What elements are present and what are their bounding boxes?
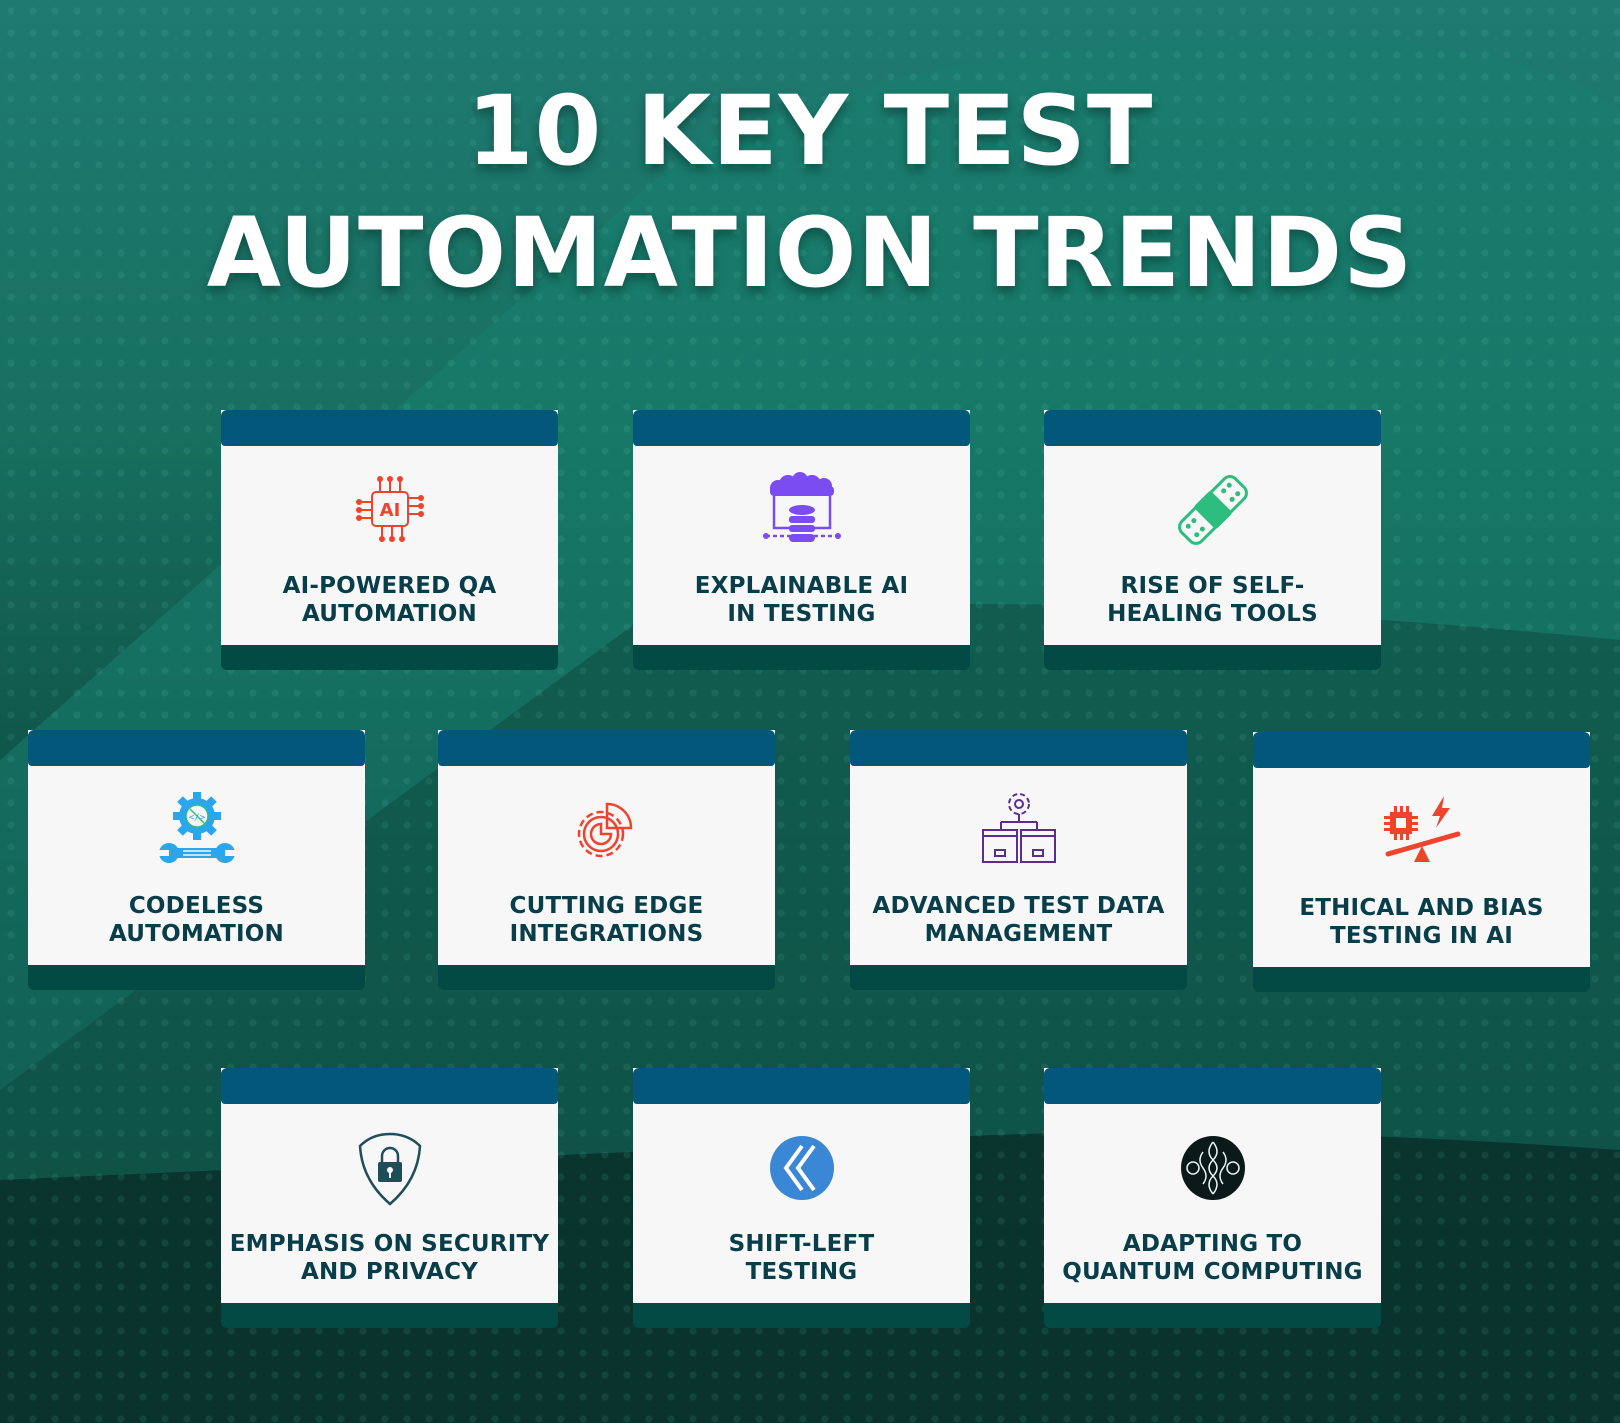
chip-scale-icon xyxy=(1382,792,1462,872)
gear-wrench-icon: </> xyxy=(157,790,237,870)
card-header xyxy=(221,410,558,446)
card-header xyxy=(633,410,970,446)
trend-label: EXPLAINABLE AI IN TESTING xyxy=(694,573,909,627)
trend-card-ethical-bias: ETHICAL AND BIAS TESTING IN AI xyxy=(1253,732,1590,992)
gear-integration-icon xyxy=(567,790,647,870)
quantum-icon xyxy=(1173,1128,1253,1208)
trend-label: ADVANCED TEST DATA MANAGEMENT xyxy=(872,893,1165,947)
trend-card-self-healing: RISE OF SELF- HEALING TOOLS xyxy=(1044,410,1381,670)
card-header xyxy=(221,1068,558,1104)
card-footer xyxy=(1044,1303,1381,1328)
trend-card-quantum-computing: ADAPTING TO QUANTUM COMPUTING xyxy=(1044,1068,1381,1328)
gear-folders-icon xyxy=(979,790,1059,870)
card-footer xyxy=(1253,967,1590,992)
trend-card-codeless: </> CODELESS AUTOMATION xyxy=(28,730,365,990)
trend-label: RISE OF SELF- HEALING TOOLS xyxy=(1107,573,1318,627)
trend-label: ADAPTING TO QUANTUM COMPUTING xyxy=(1062,1231,1363,1285)
svg-text:AI: AI xyxy=(379,500,400,521)
trend-label: CUTTING EDGE INTEGRATIONS xyxy=(509,893,704,947)
card-header xyxy=(1253,732,1590,768)
card-footer xyxy=(633,645,970,670)
trend-label: EMPHASIS ON SECURITY AND PRIVACY xyxy=(229,1231,550,1285)
trend-card-ai-powered-qa: AI AI-POWERED QA AUTOMATION xyxy=(221,410,558,670)
title-line-2: AUTOMATION TRENDS xyxy=(206,197,1414,309)
card-header xyxy=(850,730,1187,766)
trend-card-cutting-edge: CUTTING EDGE INTEGRATIONS xyxy=(438,730,775,990)
card-footer xyxy=(221,1303,558,1328)
shield-lock-icon xyxy=(350,1128,430,1208)
card-header xyxy=(28,730,365,766)
trend-card-test-data-management: ADVANCED TEST DATA MANAGEMENT xyxy=(850,730,1187,990)
page-title: 10 KEY TEST AUTOMATION TRENDS xyxy=(0,70,1620,314)
double-chevron-left-icon xyxy=(762,1128,842,1208)
card-footer xyxy=(221,645,558,670)
svg-text:</>: </> xyxy=(188,813,205,823)
cloud-database-icon xyxy=(762,470,842,550)
trend-card-security-privacy: EMPHASIS ON SECURITY AND PRIVACY xyxy=(221,1068,558,1328)
ai-chip-icon: AI xyxy=(350,470,430,550)
trend-label: CODELESS AUTOMATION xyxy=(109,893,284,947)
card-footer xyxy=(850,965,1187,990)
title-line-1: 10 KEY TEST xyxy=(466,75,1154,187)
card-header xyxy=(1044,1068,1381,1104)
trend-card-shift-left: SHIFT-LEFT TESTING xyxy=(633,1068,970,1328)
card-header xyxy=(1044,410,1381,446)
trend-label: ETHICAL AND BIAS TESTING IN AI xyxy=(1299,895,1544,949)
bandage-icon xyxy=(1173,470,1253,550)
card-footer xyxy=(1044,645,1381,670)
trend-label: AI-POWERED QA AUTOMATION xyxy=(282,573,497,627)
trend-label: SHIFT-LEFT TESTING xyxy=(728,1231,875,1285)
trend-card-explainable-ai: EXPLAINABLE AI IN TESTING xyxy=(633,410,970,670)
card-footer xyxy=(438,965,775,990)
card-footer xyxy=(633,1303,970,1328)
card-footer xyxy=(28,965,365,990)
card-header xyxy=(633,1068,970,1104)
card-header xyxy=(438,730,775,766)
